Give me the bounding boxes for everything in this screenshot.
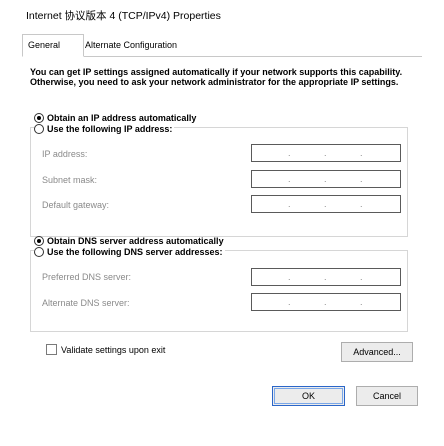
validate-settings-label: Validate settings upon exit xyxy=(61,344,166,355)
window-title: Internet 协议版本 4 (TCP/IPv4) Properties xyxy=(26,10,221,22)
default-gateway-field[interactable]: . . . xyxy=(251,195,401,213)
use-ip-radio[interactable] xyxy=(34,124,44,134)
use-ip-label: Use the following IP address: xyxy=(47,124,173,134)
ok-button[interactable]: OK xyxy=(272,386,345,406)
tab-general[interactable]: General xyxy=(22,34,84,57)
use-dns-radio-row[interactable]: Use the following DNS server addresses: xyxy=(34,247,225,257)
obtain-ip-auto-radio[interactable] xyxy=(34,113,44,123)
obtain-ip-auto-label: Obtain an IP address automatically xyxy=(47,113,197,123)
ip-address-label: IP address: xyxy=(42,149,88,159)
preferred-dns-label: Preferred DNS server: xyxy=(42,272,132,282)
default-gateway-label: Default gateway: xyxy=(42,200,110,210)
use-dns-radio[interactable] xyxy=(34,247,44,257)
use-dns-label: Use the following DNS server addresses: xyxy=(47,247,223,257)
description-text: You can get IP settings assigned automat… xyxy=(30,67,403,87)
subnet-mask-field[interactable]: . . . xyxy=(251,170,401,188)
alternate-dns-label: Alternate DNS server: xyxy=(42,298,130,308)
advanced-button[interactable]: Advanced... xyxy=(341,342,413,362)
dns-settings-group xyxy=(30,250,408,332)
obtain-ip-auto-radio-row[interactable]: Obtain an IP address automatically xyxy=(34,113,196,123)
cancel-button[interactable]: Cancel xyxy=(356,386,418,406)
tab-alternate-configuration[interactable]: Alternate Configuration xyxy=(80,36,182,55)
alternate-dns-field[interactable]: . . . xyxy=(251,293,401,311)
obtain-dns-auto-radio-row[interactable]: Obtain DNS server address automatically xyxy=(34,236,224,246)
preferred-dns-field[interactable]: . . . xyxy=(251,268,401,286)
use-ip-radio-row[interactable]: Use the following IP address: xyxy=(34,124,175,134)
ip-address-field[interactable]: . . . xyxy=(251,144,401,162)
obtain-dns-auto-radio[interactable] xyxy=(34,236,44,246)
obtain-dns-auto-label: Obtain DNS server address automatically xyxy=(47,236,224,246)
validate-settings-checkbox[interactable] xyxy=(46,344,57,355)
tab-bar: General Alternate Configuration xyxy=(22,34,422,57)
validate-settings-row[interactable]: Validate settings upon exit xyxy=(46,344,165,355)
subnet-mask-label: Subnet mask: xyxy=(42,175,98,185)
